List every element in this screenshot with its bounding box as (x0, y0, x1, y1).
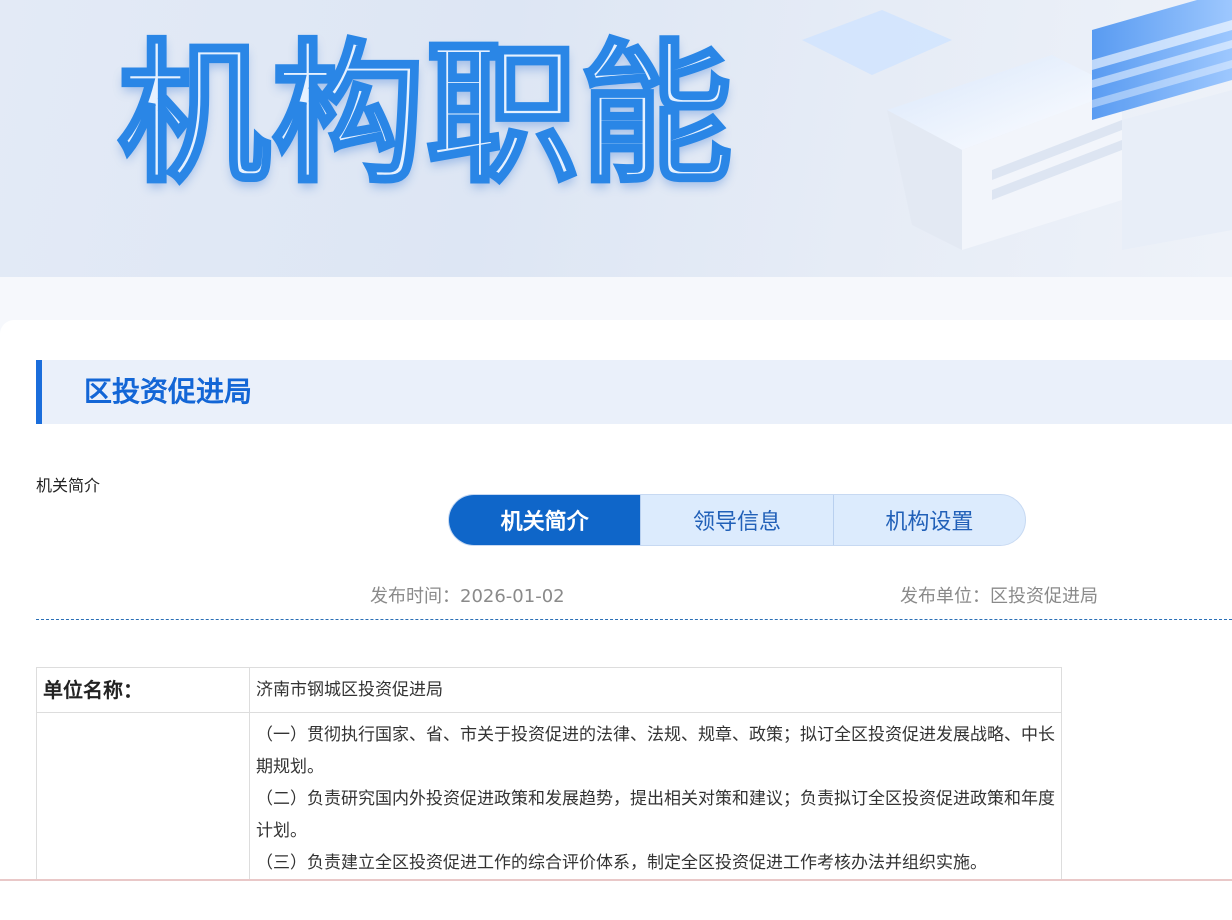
tab-leader-info[interactable]: 领导信息 (640, 495, 832, 545)
tab-bar: 机关简介 领导信息 机构设置 (448, 494, 1026, 546)
table-row: 单位名称： 济南市钢城区投资促进局 (36, 667, 1062, 713)
books-illustration-icon (802, 0, 1232, 250)
duty-item: （一）贯彻执行国家、省、市关于投资促进的法律、法规、规章、政策；拟订全区投资促进… (256, 725, 1055, 777)
banner-title: 机构职能 (116, 26, 734, 203)
publish-time: 发布时间：2026-01-02 (370, 586, 565, 607)
tab-agency-intro[interactable]: 机关简介 (449, 495, 641, 545)
info-table: 单位名称： 济南市钢城区投资促进局 （一）贯彻执行国家、省、市关于投资促进的法律… (36, 667, 1062, 880)
divider (36, 619, 1232, 620)
duty-item: （二）负责研究国内外投资促进政策和发展趋势，提出相关对策和建议；负责拟订全区投资… (256, 789, 1055, 841)
tab-org-setup[interactable]: 机构设置 (832, 495, 1025, 545)
duty-item: （三）负责建立全区投资促进工作的综合评价体系，制定全区投资促进工作考核办法并组织… (256, 853, 987, 873)
banner: 机构职能 (0, 0, 1232, 277)
publish-unit: 发布单位：区投资促进局 (900, 586, 1098, 607)
unit-name-value: 济南市钢城区投资促进局 (249, 667, 1062, 713)
table-row: （一）贯彻执行国家、省、市关于投资促进的法律、法规、规章、政策；拟订全区投资促进… (36, 712, 1062, 880)
breadcrumb: 机关简介 (36, 476, 101, 495)
unit-name-label: 单位名称： (36, 667, 250, 713)
duties-cell: （一）贯彻执行国家、省、市关于投资促进的法律、法规、规章、政策；拟订全区投资促进… (249, 712, 1062, 880)
section-header: 区投资促进局 (36, 360, 1232, 424)
duties-label-cell (36, 712, 250, 880)
section-title: 区投资促进局 (84, 375, 253, 408)
